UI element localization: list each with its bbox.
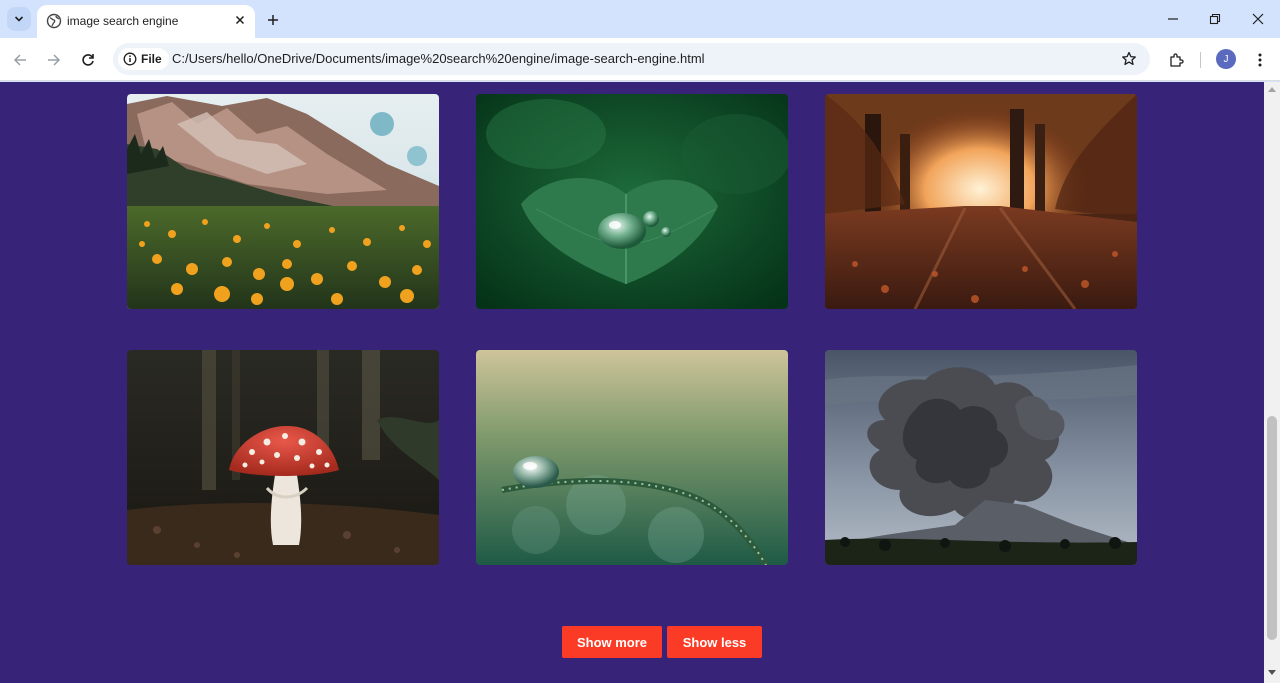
restore-button[interactable] bbox=[1201, 6, 1229, 32]
show-less-button[interactable]: Show less bbox=[667, 626, 762, 658]
new-tab-button[interactable] bbox=[262, 9, 284, 31]
tab-active[interactable]: image search engine bbox=[37, 5, 255, 38]
back-button[interactable] bbox=[7, 47, 33, 73]
page-viewport: Show more Show less bbox=[0, 82, 1264, 683]
close-icon bbox=[1252, 13, 1264, 25]
scroll-up-icon[interactable] bbox=[1268, 87, 1276, 92]
close-icon bbox=[235, 15, 245, 25]
scrollbar-thumb[interactable] bbox=[1267, 416, 1277, 640]
gallery-image-mountain-meadow[interactable] bbox=[127, 94, 439, 309]
minimize-icon bbox=[1168, 18, 1178, 20]
gallery-image-mushroom[interactable] bbox=[127, 350, 439, 565]
extensions-button[interactable] bbox=[1163, 47, 1189, 73]
tab-strip: image search engine bbox=[0, 0, 1280, 38]
puzzle-icon bbox=[1170, 53, 1184, 67]
browser-toolbar: File C:/Users/hello/OneDrive/Documents/i… bbox=[0, 38, 1280, 81]
gallery-image-forest-path[interactable] bbox=[825, 94, 1137, 309]
star-icon bbox=[1122, 51, 1136, 66]
tab-search-button[interactable] bbox=[7, 7, 31, 31]
more-vert-icon bbox=[1258, 53, 1262, 67]
globe-icon bbox=[46, 13, 62, 29]
arrow-left-icon bbox=[13, 54, 26, 66]
chevron-down-icon bbox=[14, 16, 24, 22]
tab-title: image search engine bbox=[67, 14, 179, 28]
page-scrollbar[interactable] bbox=[1264, 82, 1280, 683]
info-icon bbox=[123, 52, 137, 66]
gallery-image-volcano[interactable] bbox=[825, 350, 1137, 565]
bookmark-button[interactable] bbox=[1117, 47, 1141, 71]
close-window-button[interactable] bbox=[1244, 6, 1272, 32]
site-chip-label: File bbox=[141, 52, 162, 66]
menu-button[interactable] bbox=[1247, 47, 1273, 73]
gallery-image-dew-drop[interactable] bbox=[476, 350, 788, 565]
reload-button[interactable] bbox=[75, 47, 101, 73]
arrow-right-icon bbox=[48, 54, 61, 66]
tab-close-button[interactable] bbox=[231, 11, 249, 29]
restore-icon bbox=[1209, 13, 1221, 25]
plus-icon bbox=[268, 15, 278, 25]
gallery-image-leaf-droplet[interactable] bbox=[476, 94, 788, 309]
toolbar-separator bbox=[1200, 52, 1201, 68]
show-more-button[interactable]: Show more bbox=[562, 626, 662, 658]
profile-avatar[interactable]: J bbox=[1216, 49, 1236, 69]
forward-button[interactable] bbox=[41, 47, 67, 73]
scroll-down-icon[interactable] bbox=[1268, 670, 1276, 675]
url-text[interactable]: C:/Users/hello/OneDrive/Documents/image%… bbox=[172, 51, 705, 67]
site-info-chip[interactable]: File bbox=[118, 48, 169, 70]
reload-icon bbox=[82, 54, 94, 66]
address-bar[interactable]: File C:/Users/hello/OneDrive/Documents/i… bbox=[113, 43, 1150, 75]
minimize-button[interactable] bbox=[1159, 6, 1187, 32]
